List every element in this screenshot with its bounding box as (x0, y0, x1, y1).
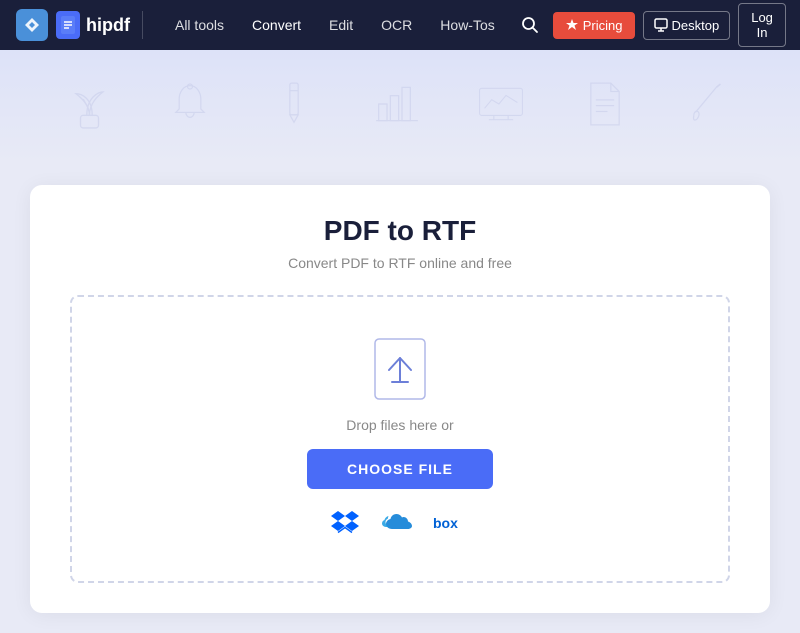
dropbox-icon[interactable] (331, 509, 359, 541)
page-title: PDF to RTF (70, 215, 730, 247)
navbar: hipdf All tools Convert Edit OCR How-Tos… (0, 0, 800, 50)
deco-document-icon (580, 79, 630, 136)
search-button[interactable] (515, 10, 545, 40)
desktop-button[interactable]: Desktop (643, 11, 731, 40)
main-content: PDF to RTF Convert PDF to RTF online and… (0, 165, 800, 633)
deco-bell-icon (165, 79, 215, 136)
nav-how-tos[interactable]: How-Tos (428, 11, 506, 39)
hipdf-label: hipdf (86, 15, 130, 36)
hipdf-icon (56, 11, 80, 39)
box-icon[interactable]: box (433, 515, 469, 536)
login-button[interactable]: Log In (738, 3, 786, 47)
wondershare-logo[interactable] (16, 9, 48, 41)
nav-edit[interactable]: Edit (317, 11, 365, 39)
nav-ocr[interactable]: OCR (369, 11, 424, 39)
deco-plant-icon (67, 77, 112, 139)
hipdf-brand[interactable]: hipdf (56, 11, 143, 39)
pricing-button[interactable]: Pricing (553, 12, 635, 39)
deco-brush-icon (683, 79, 733, 136)
nav-all-tools[interactable]: All tools (163, 11, 236, 39)
hero-decorations (0, 50, 800, 165)
choose-file-button[interactable]: CHOOSE FILE (307, 449, 493, 489)
content-card: PDF to RTF Convert PDF to RTF online and… (30, 185, 770, 613)
deco-monitor-icon (476, 79, 526, 136)
nav-actions: Pricing Desktop Log In (515, 3, 786, 47)
deco-pen-icon (269, 79, 319, 136)
upload-icon (372, 337, 428, 401)
upload-area: Drop files here or CHOOSE FILE (70, 295, 730, 583)
onedrive-icon[interactable] (379, 511, 413, 539)
nav-convert[interactable]: Convert (240, 11, 313, 39)
page-subtitle: Convert PDF to RTF online and free (70, 255, 730, 271)
drop-text: Drop files here or (346, 417, 453, 433)
nav-links: All tools Convert Edit OCR How-Tos (163, 11, 507, 39)
hero-background (0, 50, 800, 165)
svg-text:box: box (433, 515, 458, 531)
cloud-services: box (331, 509, 469, 541)
deco-chart-icon (372, 79, 422, 136)
